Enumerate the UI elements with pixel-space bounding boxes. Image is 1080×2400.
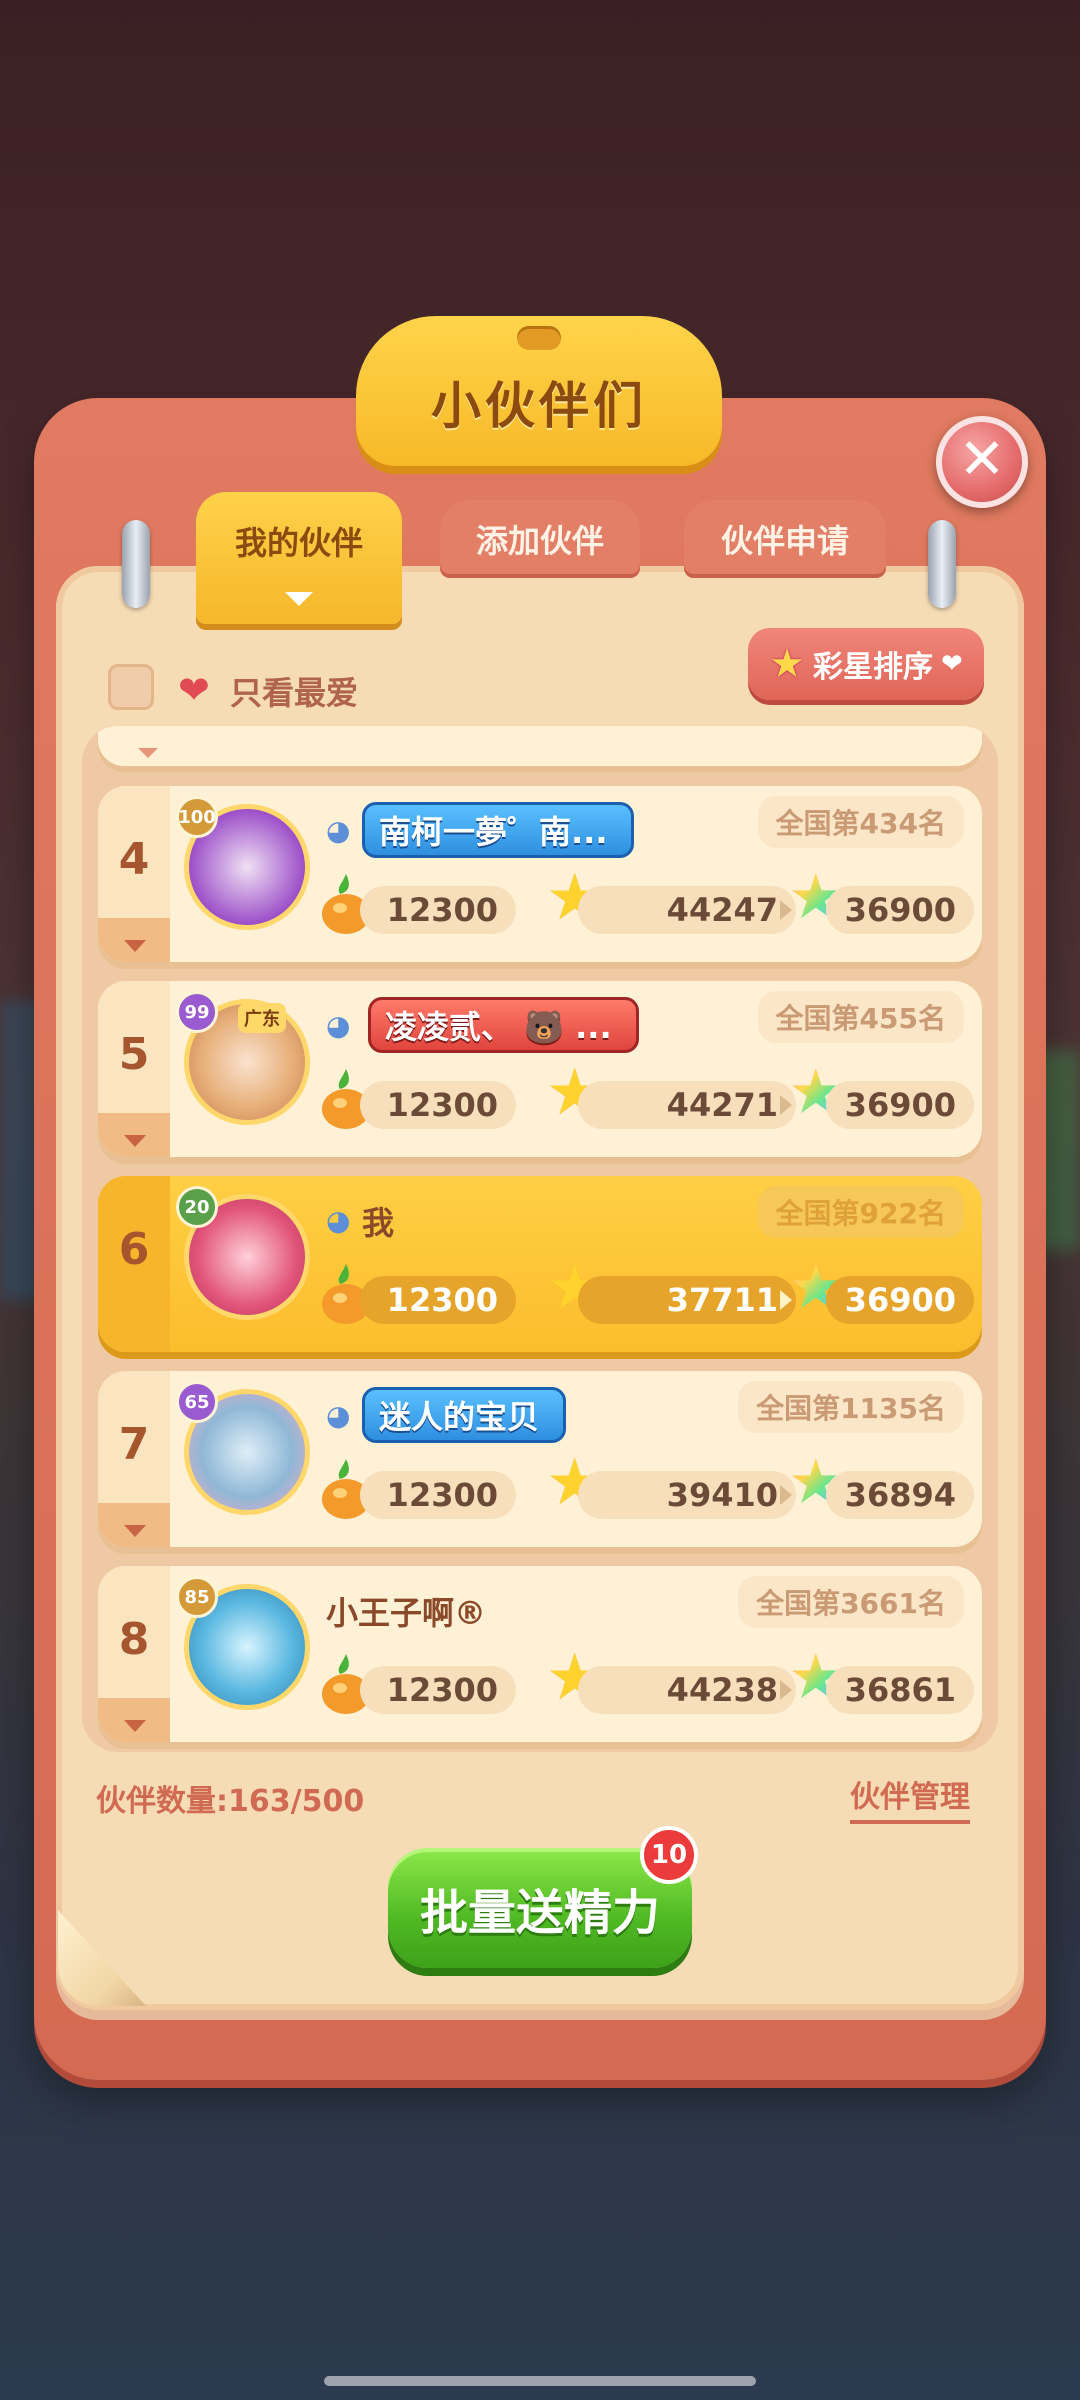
partner-name: 凌凌贰、 🐻 ... bbox=[368, 997, 639, 1053]
partner-name: 南柯一夢゜南... bbox=[362, 802, 635, 858]
chevron-down-icon[interactable] bbox=[124, 1135, 146, 1147]
level-badge: 85 bbox=[176, 1576, 218, 1618]
binder-ring-right bbox=[928, 520, 956, 608]
rainbow-star-sort-button[interactable]: ★ 彩星排序 ❤ bbox=[748, 628, 984, 700]
close-button[interactable]: ✕ bbox=[936, 416, 1028, 508]
energy-value: 12300 bbox=[360, 1081, 516, 1129]
partner-name: 迷人的宝贝 bbox=[362, 1387, 567, 1443]
partner-list[interactable]: 4 100 ◕ 南柯一夢゜南... 全国第434名 12300 ★ 44247 … bbox=[82, 726, 998, 1752]
star-value: 44238 bbox=[578, 1666, 796, 1714]
partner-name-text: 迷人的宝贝 bbox=[379, 1398, 540, 1436]
heart-icon: ❤ bbox=[941, 649, 963, 679]
home-indicator[interactable] bbox=[324, 2376, 756, 2386]
batch-button-label: 批量送精力 bbox=[419, 1885, 660, 1941]
rainbow-star-icon: ★ bbox=[769, 641, 806, 687]
partner-row[interactable]: 4 100 ◕ 南柯一夢゜南... 全国第434名 12300 ★ 44247 … bbox=[98, 786, 982, 962]
binder-ring-left bbox=[122, 520, 150, 608]
national-rank: 全国第3661名 bbox=[738, 1576, 964, 1628]
rainbow-star-value: 36894 bbox=[826, 1471, 974, 1519]
star-value: 44271 bbox=[578, 1081, 796, 1129]
tab-label: 伙伴申请 bbox=[720, 522, 849, 560]
bird-icon: ◕ bbox=[326, 1399, 351, 1432]
title-plate: 小伙伴们 bbox=[356, 316, 722, 466]
energy-value: 12300 bbox=[360, 1666, 516, 1714]
star-value-text: 44238 bbox=[666, 1671, 778, 1709]
rainbow-star-value: 36900 bbox=[826, 886, 974, 934]
rank-number: 4 bbox=[118, 834, 150, 885]
heart-icon: ❤ bbox=[178, 668, 210, 712]
rank-number: 8 bbox=[118, 1614, 150, 1665]
list-item-partial bbox=[98, 726, 982, 766]
star-value: 37711 bbox=[578, 1276, 796, 1324]
rank-number: 6 bbox=[118, 1224, 150, 1275]
national-rank: 全国第922名 bbox=[757, 1186, 964, 1238]
bird-icon: ◕ bbox=[326, 814, 351, 847]
plate-hole bbox=[517, 326, 561, 350]
level-badge: 100 bbox=[176, 796, 218, 838]
chevron-down-icon bbox=[285, 592, 313, 606]
tab-partner-requests[interactable]: 伙伴申请 bbox=[684, 500, 886, 578]
dialog-title: 小伙伴们 bbox=[431, 377, 647, 435]
rank-number: 5 bbox=[118, 1029, 150, 1080]
rainbow-star-value: 36861 bbox=[826, 1666, 974, 1714]
partner-row-me[interactable]: 6 20 ◕ 我 全国第922名 12300 ★ 37711 ★ 36900 bbox=[98, 1176, 982, 1352]
level-badge: 65 bbox=[176, 1381, 218, 1423]
chevron-down-icon[interactable] bbox=[124, 1720, 146, 1732]
energy-value: 12300 bbox=[360, 1471, 516, 1519]
national-rank: 全国第455名 bbox=[757, 991, 964, 1043]
sort-label: 彩星排序 bbox=[813, 650, 934, 685]
chevron-down-icon[interactable] bbox=[124, 1525, 146, 1537]
partner-row[interactable]: 5 99 广东 ◕ 凌凌贰、 🐻 ... 全国第455名 12300 ★ 442… bbox=[98, 981, 982, 1157]
rank-number: 7 bbox=[118, 1419, 150, 1470]
notification-badge: 10 bbox=[640, 1826, 698, 1884]
rainbow-star-value: 36900 bbox=[826, 1081, 974, 1129]
partner-name-text: 南柯一夢゜南... bbox=[379, 813, 608, 851]
energy-value: 12300 bbox=[360, 886, 516, 934]
tab-my-partners[interactable]: 我的伙伴 bbox=[196, 492, 402, 624]
level-badge: 99 bbox=[176, 991, 218, 1033]
tab-label: 我的伙伴 bbox=[234, 524, 363, 562]
star-value-text: 39410 bbox=[666, 1476, 778, 1514]
star-value: 39410 bbox=[578, 1471, 796, 1519]
tab-add-partner[interactable]: 添加伙伴 bbox=[440, 500, 640, 578]
bird-icon: ◕ bbox=[326, 1204, 351, 1237]
level-badge: 20 bbox=[176, 1186, 218, 1228]
national-rank: 全国第434名 bbox=[757, 796, 964, 848]
partner-row[interactable]: 8 85 小王子啊® 全国第3661名 12300 ★ 44238 ★ 3686… bbox=[98, 1566, 982, 1742]
region-tag: 广东 bbox=[238, 1003, 286, 1033]
national-rank: 全国第1135名 bbox=[738, 1381, 964, 1433]
star-value-text: 44247 bbox=[666, 891, 778, 929]
tab-label: 添加伙伴 bbox=[475, 522, 604, 560]
favorites-checkbox[interactable] bbox=[108, 664, 154, 710]
partner-name: 小王子啊® bbox=[326, 1594, 487, 1632]
favorites-filter-label: 只看最爱 bbox=[230, 674, 359, 712]
partner-count: 伙伴数量:163/500 bbox=[96, 1784, 365, 1819]
close-icon: ✕ bbox=[958, 427, 1006, 492]
partner-name-text: 凌凌贰、 🐻 ... bbox=[385, 1008, 612, 1046]
star-value-text: 44271 bbox=[666, 1086, 778, 1124]
partner-name: 我 bbox=[362, 1204, 395, 1242]
bird-icon: ◕ bbox=[326, 1009, 351, 1042]
chevron-down-icon bbox=[138, 748, 158, 758]
chevron-down-icon[interactable] bbox=[124, 940, 146, 952]
star-value: 44247 bbox=[578, 886, 796, 934]
star-value-text: 37711 bbox=[666, 1281, 778, 1319]
rainbow-star-value: 36900 bbox=[826, 1276, 974, 1324]
partner-row[interactable]: 7 65 ◕ 迷人的宝贝 全国第1135名 12300 ★ 39410 ★ 36… bbox=[98, 1371, 982, 1547]
partner-manage-link[interactable]: 伙伴管理 bbox=[850, 1772, 970, 1824]
energy-value: 12300 bbox=[360, 1276, 516, 1324]
